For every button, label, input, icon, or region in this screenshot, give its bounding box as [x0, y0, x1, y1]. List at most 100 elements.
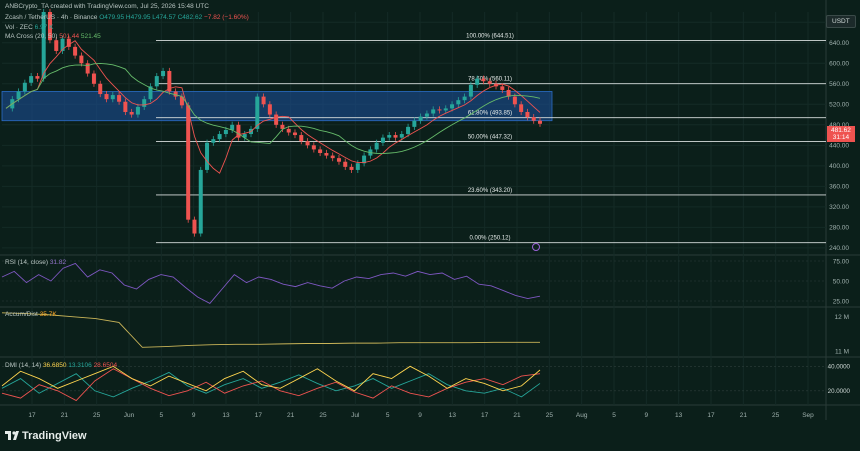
candle-body — [406, 126, 411, 135]
x-tick-label: 9 — [418, 412, 422, 419]
y-tick-label: 240.00 — [829, 245, 849, 252]
candle-body — [500, 86, 505, 90]
candle-body — [142, 99, 147, 107]
candle-body — [431, 109, 436, 114]
x-tick-label: 5 — [386, 412, 390, 419]
x-tick-label: 9 — [645, 412, 649, 419]
candle-body — [481, 78, 486, 82]
y-tick-label: 280.00 — [829, 225, 849, 232]
candle-body — [305, 141, 310, 146]
accum-tick-label: 12 M — [835, 314, 849, 321]
y-tick-label: 400.00 — [829, 163, 849, 170]
accum-header[interactable]: Accum/Dist 35.7K — [5, 311, 57, 318]
candle-body — [531, 117, 536, 121]
x-tick-label: 17 — [255, 412, 263, 419]
candle-body — [104, 94, 109, 100]
y-tick-label: 600.00 — [829, 61, 849, 68]
candle-body — [330, 155, 335, 159]
candle-body — [299, 135, 304, 142]
x-tick-label: 13 — [449, 412, 457, 419]
symbol-name[interactable]: Zcash / TetherUS · 4h · Binance — [5, 14, 97, 21]
candle-body — [437, 109, 442, 111]
ma-value-2: 521.45 — [80, 33, 101, 40]
y-tick-label: 560.00 — [829, 81, 849, 88]
candle-body — [311, 145, 316, 150]
ma-label: MA Cross (20, 50) — [5, 33, 58, 40]
candle-body — [374, 142, 379, 150]
dmi-label: DMI (14, 14) — [5, 362, 42, 369]
candle-body — [129, 111, 134, 115]
accum-label: Accum/Dist — [5, 311, 38, 318]
x-tick-label: Jul — [351, 412, 360, 419]
x-tick-label: 21 — [61, 412, 69, 419]
candle-body — [525, 111, 530, 118]
dmi-header[interactable]: DMI (14, 14) 36.6850 13.3106 28.6504 — [5, 362, 117, 369]
candle-body — [412, 120, 417, 127]
grid — [0, 0, 860, 420]
dmi-value-1: 36.6850 — [42, 362, 67, 369]
candle-body — [154, 76, 159, 87]
candle-body — [123, 101, 128, 112]
candle-body — [418, 116, 423, 121]
candle-body — [274, 114, 279, 125]
candle-body — [456, 100, 461, 105]
x-tick-label: Aug — [576, 412, 588, 419]
alert-marker — [532, 243, 540, 251]
tradingview-logo[interactable]: TradingView — [5, 430, 87, 442]
candle-body — [349, 166, 354, 170]
last-price-badge: 481.62 31:14 — [827, 126, 855, 142]
x-tick-label: 21 — [740, 412, 748, 419]
candle-body — [22, 82, 27, 92]
candle-body — [205, 142, 210, 170]
candle-body — [91, 73, 96, 84]
candle-body — [186, 105, 191, 220]
y-tick-label: 640.00 — [829, 40, 849, 47]
candle-body — [487, 81, 492, 84]
symbol-line[interactable]: Zcash / TetherUS · 4h · Binance O479.95 … — [5, 14, 249, 21]
candle-body — [450, 104, 455, 109]
candle-body — [336, 158, 341, 162]
vol-label: Vol · ZEC — [5, 24, 33, 31]
y-tick-label: 520.00 — [829, 102, 849, 109]
candle-body — [79, 55, 84, 64]
chart-canvas[interactable]: 100.00% (644.51)78.60% (560.11)61.80% (4… — [0, 0, 860, 451]
candle-body — [54, 40, 59, 51]
author-line: ANBCrypto_TA created with TradingView.co… — [5, 3, 209, 10]
candle-body — [393, 135, 398, 138]
x-tick-label: Sep — [802, 412, 814, 419]
bar-countdown: 31:14 — [832, 134, 850, 141]
fib-label: 100.00% (644.51) — [466, 33, 514, 39]
candle-body — [343, 161, 348, 167]
currency-badge[interactable]: USDT — [826, 15, 856, 28]
vol-value: 6.97 K — [34, 24, 54, 31]
candle-body — [135, 106, 140, 115]
fib-label: 50.00% (447.32) — [468, 135, 512, 141]
fib-label: 23.60% (343.20) — [468, 188, 512, 194]
x-tick-label: 25 — [319, 412, 327, 419]
candle-body — [35, 76, 40, 79]
candle-body — [192, 219, 197, 234]
candle-body — [73, 46, 78, 56]
candle-body — [324, 153, 329, 156]
candle-body — [538, 120, 542, 124]
rsi-tick-label: 75.00 — [833, 258, 850, 265]
y-tick-label: 320.00 — [829, 204, 849, 211]
x-tick-label: 9 — [192, 412, 196, 419]
y-tick-label: 440.00 — [829, 143, 849, 150]
dmi-tick-label: 40.0000 — [828, 364, 851, 371]
candle-body — [468, 84, 473, 97]
ohlc-values: O479.95 H479.95 L474.57 C482.62 — [99, 14, 203, 21]
x-tick-label: 17 — [707, 412, 715, 419]
candle-body — [16, 91, 21, 100]
dmi-tick-label: 20.0000 — [828, 388, 851, 395]
x-tick-label: 5 — [160, 412, 164, 419]
x-tick-label: 21 — [513, 412, 521, 419]
x-tick-label: 5 — [612, 412, 616, 419]
rsi-header[interactable]: RSI (14, close) 31.82 — [5, 259, 66, 266]
x-tick-label: 25 — [772, 412, 780, 419]
candle-body — [161, 70, 166, 77]
accum-value: 35.7K — [39, 311, 57, 318]
candle-body — [292, 132, 297, 136]
vol-line[interactable]: Vol · ZEC 6.97 K — [5, 24, 53, 31]
ma-line[interactable]: MA Cross (20, 50) 501.44 521.45 — [5, 33, 101, 40]
